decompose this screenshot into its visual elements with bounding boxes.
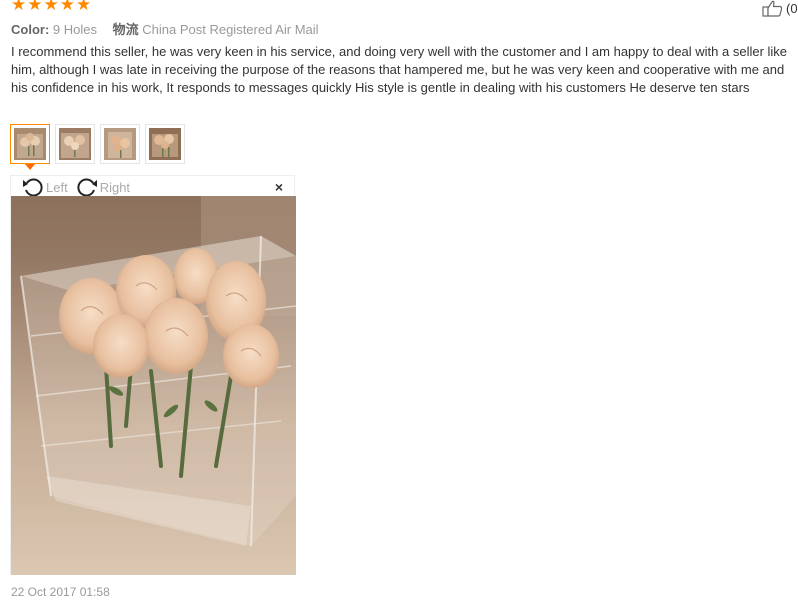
review-date: 22 Oct 2017 01:58: [11, 585, 110, 599]
active-thumbnail-arrow: [25, 164, 35, 170]
viewer-toolbar: Left Right: [22, 177, 138, 197]
helpful-count: (0: [786, 1, 798, 16]
roses-in-acrylic-box-image: [11, 196, 296, 575]
review-thumbnails: [10, 124, 185, 170]
shipping-value: China Post Registered Air Mail: [142, 22, 319, 37]
helpful-button[interactable]: (0: [762, 0, 798, 17]
rose-photo-thumbnail: [59, 128, 91, 160]
star-icon: ★: [76, 0, 92, 15]
rotate-right-icon: [77, 178, 97, 197]
review-text: I recommend this seller, he was very kee…: [11, 44, 788, 95]
image-viewer: Left Right ×: [10, 175, 296, 575]
thumbnail-photo-1[interactable]: [10, 124, 50, 170]
shipping-label: 物流: [112, 22, 139, 37]
rotate-right-button[interactable]: Right: [76, 177, 130, 197]
rotate-right-label: Right: [99, 179, 131, 195]
thumbnail-photo-4[interactable]: [145, 124, 185, 164]
rose-photo-thumbnail: [14, 128, 46, 160]
thumbnail-photo-2[interactable]: [55, 124, 95, 164]
thumbnail-photo-3[interactable]: [100, 124, 140, 164]
star-icon: ★: [27, 0, 43, 15]
rose-photo-thumbnail: [104, 128, 136, 160]
review-meta: Color: 9 Holes 物流 China Post Registered …: [11, 19, 319, 38]
rotate-left-label: Left: [46, 179, 68, 195]
color-value: 9 Holes: [52, 22, 97, 37]
thumbs-up-icon: [762, 0, 783, 17]
star-icon: ★: [43, 0, 59, 15]
star-icon: ★: [11, 0, 27, 15]
close-viewer-button[interactable]: ×: [275, 179, 283, 195]
rating-stars: ★ ★ ★ ★ ★: [11, 0, 91, 14]
rotate-left-icon: [23, 178, 43, 197]
rotate-left-button[interactable]: Left: [22, 177, 68, 197]
star-icon: ★: [59, 0, 75, 15]
rose-photo-thumbnail: [149, 128, 181, 160]
color-label: Color:: [11, 22, 50, 37]
review-photo-large: [11, 196, 296, 575]
